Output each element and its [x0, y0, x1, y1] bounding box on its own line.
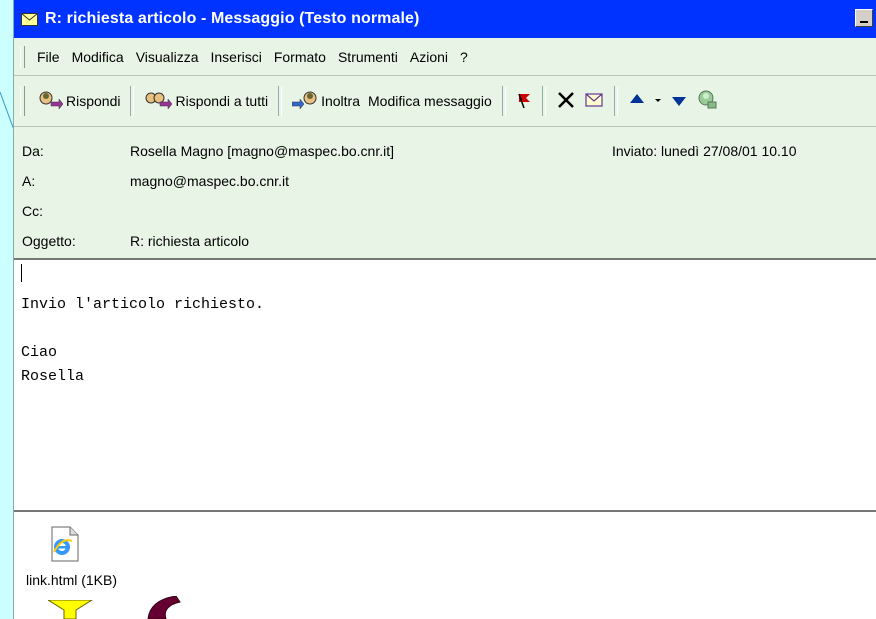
flag-button[interactable] [512, 90, 536, 113]
yellow-arrow-icon [48, 600, 93, 619]
toolbar-separator [541, 86, 546, 116]
previous-item-button[interactable] [624, 91, 650, 112]
arrow-up-icon [628, 91, 646, 112]
sent-row: Inviato: lunedì 27/08/01 10.10 [612, 143, 797, 159]
reply-all-label: Rispondi a tutti [175, 93, 269, 109]
body-line: Invio l'articolo richiesto. [21, 296, 265, 313]
message-body[interactable]: Invio l'articolo richiesto. Ciao Rosella [14, 258, 876, 512]
menu-azioni[interactable]: Azioni [404, 49, 454, 65]
to-value[interactable]: magno@maspec.bo.cnr.it [130, 173, 289, 195]
toolbar: Rispondi Rispondi a tutti Inoltra Modifi… [14, 76, 876, 127]
to-row: A: magno@maspec.bo.cnr.it [22, 173, 289, 195]
chevron-down-icon [654, 91, 662, 112]
message-window: R: richiesta articolo - Messaggio (Testo… [13, 0, 876, 619]
html-file-icon[interactable] [50, 525, 80, 568]
delete-button[interactable] [552, 90, 580, 113]
menu-file[interactable]: File [31, 49, 66, 65]
forward-icon [291, 90, 318, 113]
delete-icon [556, 90, 576, 113]
reply-all-icon [144, 90, 173, 113]
from-label: Da: [22, 143, 44, 159]
subject-label: Oggetto: [22, 233, 76, 249]
purple-arrow-icon [147, 596, 181, 619]
address-book-button[interactable] [692, 89, 722, 114]
menu-strumenti[interactable]: Strumenti [332, 49, 404, 65]
to-label: A: [22, 173, 36, 189]
sent-label: Inviato: [612, 143, 658, 159]
edit-message-button[interactable]: Modifica messaggio [364, 93, 496, 109]
toolbar-separator [278, 86, 283, 116]
menu-help[interactable]: ? [454, 49, 474, 65]
envelope-icon [584, 91, 604, 112]
title-bar: R: richiesta articolo - Messaggio (Testo… [14, 0, 876, 38]
window-title: R: richiesta articolo - Messaggio (Testo… [45, 10, 420, 27]
toolbar-separator [613, 86, 618, 116]
subject-value: R: richiesta articolo [130, 233, 250, 249]
arrow-down-icon [670, 91, 688, 112]
reply-label: Rispondi [66, 93, 121, 109]
from-value[interactable]: Rosella Magno [magno@maspec.bo.cnr.it] [130, 143, 394, 165]
reply-icon [37, 90, 64, 113]
address-book-icon [696, 89, 718, 114]
forward-button[interactable]: Inoltra [288, 90, 364, 113]
envelope-icon [21, 12, 39, 26]
reply-all-button[interactable]: Rispondi a tutti [140, 90, 272, 113]
attachment-name[interactable]: link.html (1KB) [26, 572, 117, 588]
forward-label: Inoltra [321, 93, 361, 109]
message-header: Da: Rosella Magno [magno@maspec.bo.cnr.i… [14, 127, 876, 257]
cc-label: Cc: [22, 203, 43, 219]
from-row: Da: Rosella Magno [magno@maspec.bo.cnr.i… [22, 143, 394, 165]
reply-button[interactable]: Rispondi [33, 90, 124, 113]
body-line: Rosella [21, 368, 85, 385]
dropdown-button[interactable] [650, 91, 666, 112]
edit-message-label: Modifica messaggio [368, 93, 492, 109]
body-line: Ciao [21, 344, 58, 361]
text-cursor [21, 264, 22, 282]
minimize-button[interactable] [855, 9, 873, 27]
menu-bar: File Modifica Visualizza Inserisci Forma… [14, 38, 876, 76]
cc-row: Cc: [22, 203, 130, 225]
menu-inserisci[interactable]: Inserisci [204, 49, 267, 65]
move-to-folder-button[interactable] [580, 91, 608, 112]
menu-formato[interactable]: Formato [268, 49, 332, 65]
menu-grip [20, 45, 25, 68]
flag-icon [516, 90, 532, 113]
toolbar-grip [20, 86, 25, 116]
sent-value: lunedì 27/08/01 10.10 [661, 143, 797, 159]
menu-modifica[interactable]: Modifica [66, 49, 130, 65]
menu-visualizza[interactable]: Visualizza [130, 49, 205, 65]
next-item-button[interactable] [666, 91, 692, 112]
toolbar-separator [130, 86, 135, 116]
toolbar-separator [501, 86, 506, 116]
subject-row: Oggetto: R: richiesta articolo [22, 233, 249, 255]
